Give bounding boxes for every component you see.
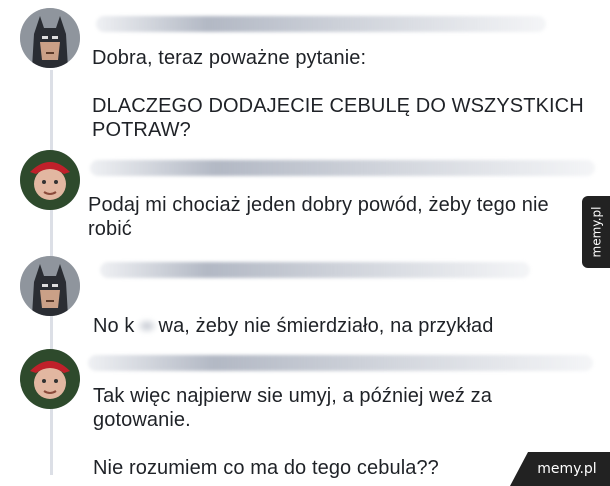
comment-text: Tak więc najpierw sie umyj, a później we… xyxy=(93,385,493,479)
comment-text-suffix: wa, żeby nie śmierdziało, na przykład xyxy=(158,315,494,337)
corner-watermark-label: memy.pl xyxy=(537,461,597,477)
comment-text-prefix: No k xyxy=(93,315,135,337)
username-blurred[interactable] xyxy=(90,160,595,176)
elf-avatar[interactable] xyxy=(20,349,80,409)
side-watermark-label: memy.pl xyxy=(589,206,604,258)
batman-avatar[interactable] xyxy=(20,8,80,68)
comment-text: Podaj mi chociaż jeden dobry powód, żeby… xyxy=(88,194,549,240)
censored-word xyxy=(135,318,158,334)
side-watermark: memy.pl xyxy=(582,196,610,268)
username-blurred[interactable] xyxy=(88,355,593,371)
comment-text: Dobra, teraz poważne pytanie: DLACZEGO D… xyxy=(92,47,584,141)
username-blurred[interactable] xyxy=(96,16,546,32)
username-blurred[interactable] xyxy=(100,262,530,278)
elf-avatar[interactable] xyxy=(20,150,80,210)
comment-text: No k wa, żeby nie śmierdziało, na przykła… xyxy=(93,290,593,338)
batman-avatar[interactable] xyxy=(20,256,80,316)
